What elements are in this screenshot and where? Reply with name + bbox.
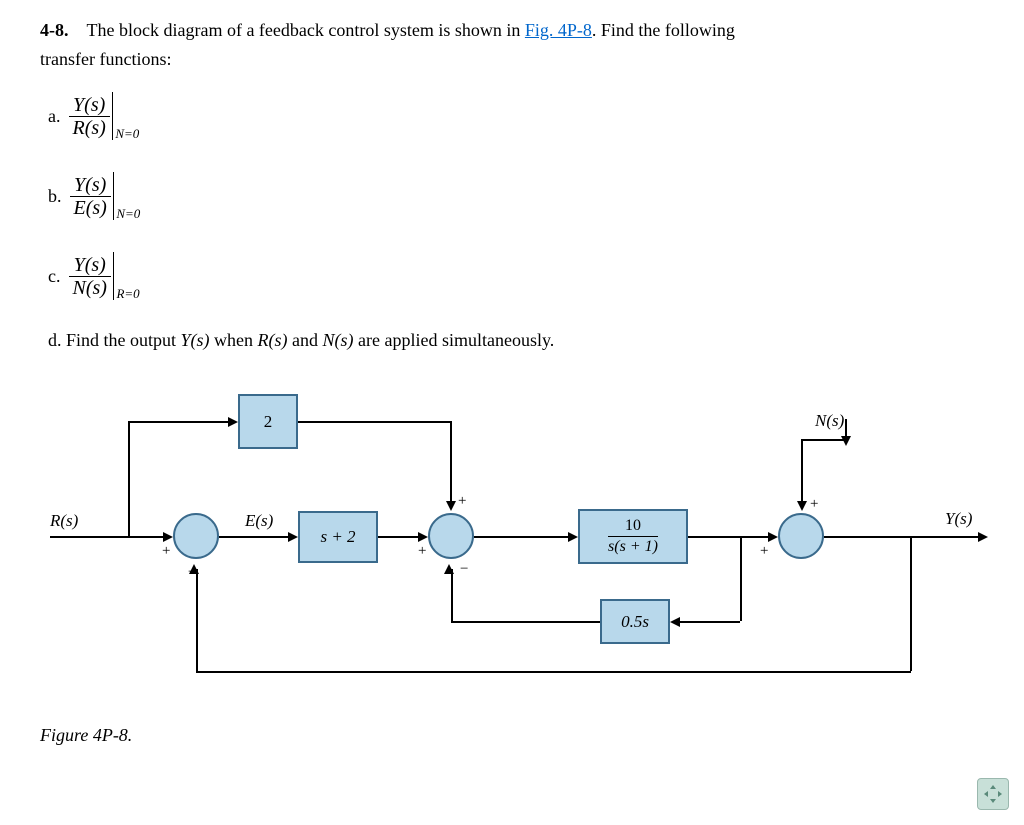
summing-junction-1 xyxy=(173,513,219,559)
item-b-den: E(s) xyxy=(70,197,111,219)
block-diagram: R(s) + − E(s) s + 2 2 + + − 10 s(s + 1) xyxy=(40,381,1000,701)
output-label: Y(s) xyxy=(945,509,972,529)
item-c-den: N(s) xyxy=(69,277,111,299)
disturbance-label: N(s) xyxy=(815,411,844,431)
line-output xyxy=(824,536,980,538)
ff-arrow-to-block xyxy=(228,417,238,427)
item-d-rs: R(s) xyxy=(258,330,288,350)
block-plant-num: 10 xyxy=(625,518,641,534)
fb-outer-vup xyxy=(196,569,198,672)
item-a-den: R(s) xyxy=(69,117,110,139)
item-d-ns: N(s) xyxy=(323,330,354,350)
fb-inner-arrow-up xyxy=(444,564,454,574)
item-c-label: c. xyxy=(48,266,61,287)
item-c-fraction: Y(s) N(s) xyxy=(69,254,111,299)
move-icon xyxy=(983,784,1003,804)
ff-arrow-down xyxy=(446,501,456,511)
item-b-label: b. xyxy=(48,186,62,207)
block-feedforward: 2 xyxy=(238,394,298,449)
item-a-eval-bar xyxy=(112,92,114,140)
line-error xyxy=(219,536,290,538)
nav-widget[interactable] xyxy=(977,778,1009,810)
block-inner-feedback-label: 0.5s xyxy=(621,612,649,632)
summing-junction-3 xyxy=(778,513,824,559)
summing-junction-2 xyxy=(428,513,474,559)
block-plant-den: s(s + 1) xyxy=(608,539,658,555)
sj2-minus: − xyxy=(460,561,468,578)
fb-inner-arrow-to-block xyxy=(670,617,680,627)
item-c-cond: R=0 xyxy=(116,286,139,302)
item-c: c. Y(s) N(s) R=0 xyxy=(48,250,984,302)
input-label: R(s) xyxy=(50,511,78,531)
item-d: d. Find the output Y(s) when R(s) and N(… xyxy=(48,330,984,351)
block-plant-fraction: 10 s(s + 1) xyxy=(608,518,658,555)
block-plant: 10 s(s + 1) xyxy=(578,509,688,564)
item-d-t2: when xyxy=(210,330,258,350)
item-b: b. Y(s) E(s) N=0 xyxy=(48,170,984,222)
sj2-plus-top: + xyxy=(458,493,466,510)
item-d-ys: Y(s) xyxy=(181,330,210,350)
sj2-plus-left: + xyxy=(418,543,426,560)
figure-caption: Figure 4P-8. xyxy=(40,725,984,746)
line-plant-sj3 xyxy=(688,536,770,538)
fb-inner-vup xyxy=(451,569,453,622)
arrow-plant-sj3 xyxy=(768,532,778,542)
fb-outer-hline xyxy=(196,671,911,673)
item-d-t4: and xyxy=(288,330,323,350)
arrow-sj2-plant xyxy=(568,532,578,542)
block-feedforward-label: 2 xyxy=(264,412,273,432)
item-b-fraction: Y(s) E(s) xyxy=(70,174,111,219)
item-b-cond: N=0 xyxy=(116,206,140,222)
sj3-plus-top: + xyxy=(810,496,818,513)
item-a-fraction: Y(s) R(s) xyxy=(69,94,110,139)
fb-inner-vdown xyxy=(740,536,742,621)
item-c-eval-bar xyxy=(113,252,115,300)
item-a-cond: N=0 xyxy=(115,126,139,142)
fb-outer-arrow-up xyxy=(189,564,199,574)
item-b-eval-bar xyxy=(113,172,115,220)
block-controller-label: s + 2 xyxy=(320,527,355,547)
ff-vline-up xyxy=(128,421,130,537)
arrow-output xyxy=(978,532,988,542)
item-a-label: a. xyxy=(48,106,61,127)
block-inner-feedback: 0.5s xyxy=(600,599,670,644)
figure-link[interactable]: Fig. 4P-8 xyxy=(525,20,592,40)
n-vline xyxy=(801,439,803,503)
arrow-error xyxy=(288,532,298,542)
item-c-num: Y(s) xyxy=(70,254,110,276)
fb-outer-vdown xyxy=(910,536,912,671)
problem-statement-line2: transfer functions: xyxy=(40,49,984,70)
n-arrow-down xyxy=(797,501,807,511)
ff-hline-top xyxy=(128,421,230,423)
problem-number: 4-8. xyxy=(40,20,69,40)
arrow-input xyxy=(163,532,173,542)
item-d-label: d. Find the output xyxy=(48,330,181,350)
line-input xyxy=(50,536,165,538)
line-sj2-plant xyxy=(474,536,570,538)
n-hbend xyxy=(801,439,846,441)
item-d-t6: are applied simultaneously. xyxy=(354,330,555,350)
n-input-stub xyxy=(845,419,847,439)
arrow-ctrl-sj2 xyxy=(418,532,428,542)
problem-statement-line1: 4-8. The block diagram of a feedback con… xyxy=(40,20,984,41)
fb-inner-h-right xyxy=(680,621,740,623)
ff-hline-after xyxy=(298,421,450,423)
problem-text-before: The block diagram of a feedback control … xyxy=(87,20,525,40)
sj3-plus-left: + xyxy=(760,543,768,560)
block-controller: s + 2 xyxy=(298,511,378,563)
problem-text-after: . Find the following xyxy=(592,20,735,40)
item-a-num: Y(s) xyxy=(69,94,109,116)
ff-vline-down xyxy=(450,421,452,503)
fb-inner-h-left xyxy=(451,621,600,623)
item-a: a. Y(s) R(s) N=0 xyxy=(48,90,984,142)
item-b-num: Y(s) xyxy=(70,174,110,196)
error-label: E(s) xyxy=(245,511,273,531)
line-ctrl-sj2 xyxy=(378,536,420,538)
sj1-plus: + xyxy=(162,543,170,560)
